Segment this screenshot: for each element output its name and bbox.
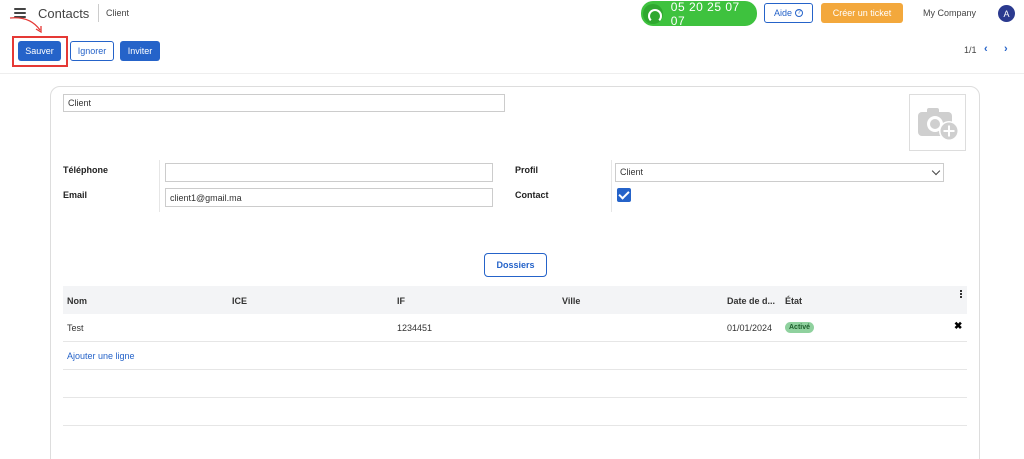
help-label: Aide	[773, 8, 792, 18]
help-button[interactable]: Aide ?	[764, 3, 813, 23]
field-divider	[611, 160, 612, 212]
breadcrumb-separator	[98, 4, 99, 22]
column-header[interactable]: Nom	[67, 296, 87, 306]
column-header[interactable]: IF	[397, 296, 405, 306]
phone-number: 05 20 25 07 07	[670, 0, 740, 28]
dossiers-button[interactable]: Dossiers	[484, 253, 547, 277]
contact-checkbox[interactable]	[617, 188, 631, 202]
phone-button[interactable]: 05 20 25 07 07	[641, 0, 757, 28]
name-input[interactable]	[63, 94, 505, 112]
profile-label: Profil	[515, 165, 539, 175]
column-header[interactable]: Ville	[562, 296, 580, 306]
cell-if: 1234451	[397, 323, 433, 333]
create-ticket-button[interactable]: Créer un ticket	[821, 3, 903, 23]
camera-plus-icon	[917, 107, 959, 141]
breadcrumb: Client	[106, 8, 130, 18]
invite-button[interactable]: Inviter	[120, 41, 160, 61]
profile-value: Client	[620, 167, 644, 177]
pager-count: 1/1	[964, 45, 977, 55]
top-bar: Contacts Client 05 20 25 07 07 Aide ? Cr…	[0, 0, 1024, 28]
email-input[interactable]	[165, 188, 493, 207]
kebab-menu-icon[interactable]	[960, 290, 963, 299]
email-label: Email	[63, 190, 88, 200]
empty-row	[63, 398, 967, 426]
question-icon: ?	[795, 9, 803, 17]
table-row[interactable]: Test 1234451 01/01/2024 Activé ✖	[63, 314, 967, 342]
annotation-arrow-icon	[9, 17, 42, 34]
cell-date: 01/01/2024	[727, 323, 773, 333]
phone-label: Téléphone	[63, 165, 109, 175]
headset-icon	[643, 3, 663, 24]
field-divider	[159, 160, 160, 212]
column-header[interactable]: État	[785, 296, 802, 306]
column-header[interactable]: Date de d...	[727, 296, 775, 306]
profile-select[interactable]: Client	[615, 163, 944, 182]
chevron-left-icon[interactable]: ‹	[984, 43, 988, 55]
phone-input[interactable]	[165, 163, 493, 182]
divider	[0, 73, 1024, 74]
status-badge: Activé	[785, 322, 815, 333]
chevron-right-icon[interactable]: ›	[1004, 43, 1008, 55]
add-line-row: Ajouter une ligne	[63, 342, 967, 370]
ignore-button[interactable]: Ignorer	[70, 41, 114, 61]
save-button[interactable]: Sauver	[18, 41, 61, 61]
chevron-down-icon	[931, 166, 941, 176]
company-switcher[interactable]: My Company	[923, 8, 976, 18]
add-line-link[interactable]: Ajouter une ligne	[67, 351, 135, 361]
column-header[interactable]: ICE	[232, 296, 247, 306]
table-header: Nom ICE IF Ville Date de d... État	[63, 286, 967, 314]
empty-row	[63, 370, 967, 398]
cell-nom: Test	[67, 323, 84, 333]
contact-label: Contact	[515, 190, 549, 200]
delete-icon[interactable]: ✖	[954, 321, 962, 332]
avatar[interactable]: A	[998, 5, 1015, 22]
photo-upload[interactable]	[909, 94, 966, 151]
